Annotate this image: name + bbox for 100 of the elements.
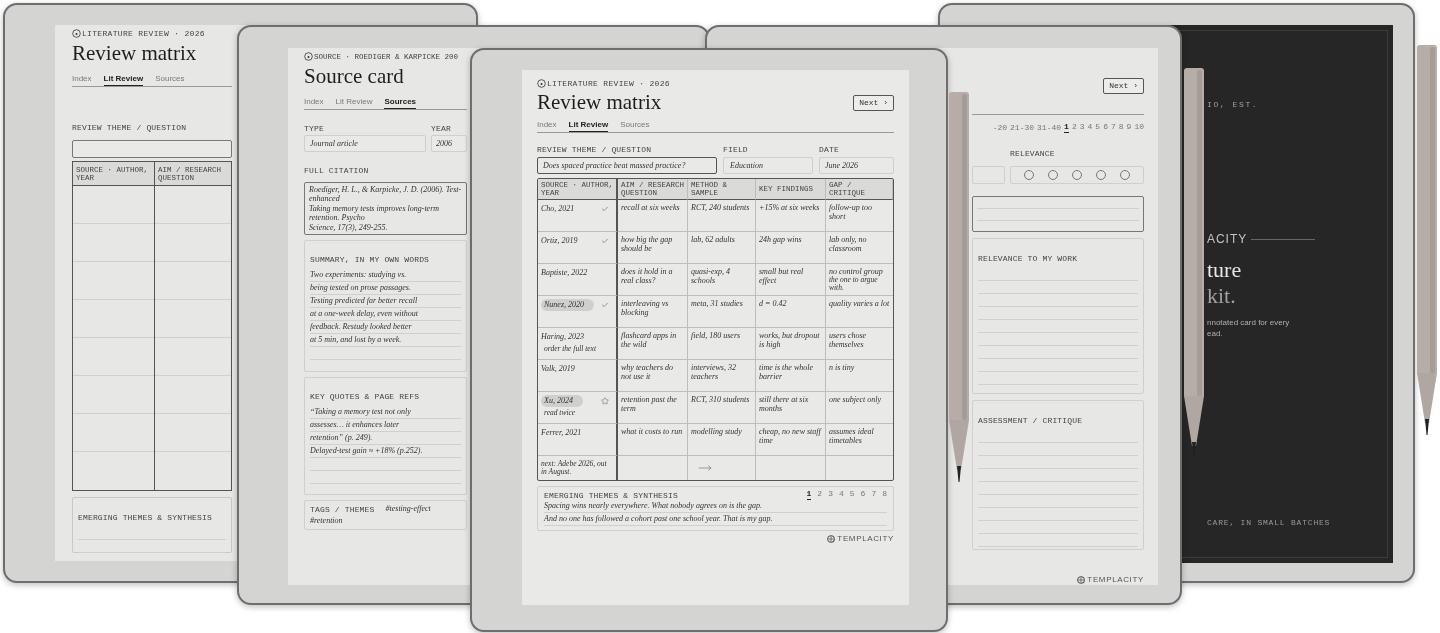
eyebrow-text: LITERATURE REVIEW · 2026	[82, 30, 205, 38]
field-label: TAGS / THEMES	[310, 504, 375, 514]
table-cell-text: RCT, 310 students	[691, 395, 751, 404]
table-cell-text: field, 180 users	[691, 331, 742, 340]
page-title: Review matrix	[72, 41, 197, 65]
table-cell-text: small but real effect	[759, 267, 805, 285]
handwritten-note: “Taking a memory test not only	[310, 407, 411, 417]
field-label: SUMMARY, IN MY OWN WORDS	[310, 255, 430, 264]
table-cell-text: follow-up too short	[829, 203, 873, 221]
page-number[interactable]: 8	[882, 490, 887, 500]
handwritten-note: assesses… it enhances later	[310, 420, 400, 430]
citation-field[interactable]: Roediger, H. L., & Karpicke, J. D. (2006). Test-enhanced Taking memory tests improves long-term retention. Psycho Science, 17(3), 249-255.	[304, 182, 467, 235]
eyebrow-text: LITERATURE REVIEW · 2026	[547, 80, 670, 88]
field-label: KEY QUOTES & PAGE REFS	[310, 392, 420, 401]
page-number[interactable]: 6	[1103, 123, 1108, 133]
tab[interactable]: Index	[72, 75, 92, 86]
page-range[interactable]: -20	[992, 124, 1008, 132]
tab[interactable]: Lit Review	[103, 75, 144, 86]
tab[interactable]: Sources	[155, 75, 185, 86]
table-cell-text: +15% at six weeks	[759, 203, 821, 212]
page-number[interactable]: 7	[871, 490, 877, 500]
handwritten-note: And no one has followed a cohort past one school year. That is my gap.	[544, 514, 773, 524]
next-button[interactable]: Next ›	[853, 94, 894, 111]
page-range[interactable]: 31-40	[1037, 124, 1062, 132]
table-cell-text: assumes ideal timetables	[829, 427, 875, 445]
input-field[interactable]	[72, 140, 232, 158]
input-field[interactable]: Education	[723, 157, 813, 174]
input-field[interactable]	[972, 196, 1144, 232]
input-field[interactable]: 2006	[431, 135, 467, 152]
tab[interactable]: Sources	[384, 98, 417, 109]
field-label: FULL CITATION	[304, 166, 369, 175]
page-number[interactable]: 2	[1071, 123, 1077, 133]
field-label: RELEVANCE TO MY WORK	[978, 254, 1078, 263]
page-range[interactable]: 21-30	[1010, 124, 1035, 132]
page-number[interactable]: 6	[860, 490, 866, 500]
page-number[interactable]: 5	[849, 490, 855, 500]
input-field[interactable]: Journal article	[304, 135, 426, 152]
handwritten-note: Two experiments: studying vs.	[310, 270, 407, 280]
field-label: YEAR	[431, 124, 452, 133]
page-number[interactable]: 2	[817, 490, 823, 500]
table-cell: what it costs to run	[621, 427, 684, 436]
source-name: Nunez, 2020	[541, 299, 594, 311]
circle-dot-icon	[72, 29, 81, 38]
handwritten-note: being tested on prose passages.	[310, 283, 411, 293]
page-number[interactable]: 1	[1064, 123, 1069, 133]
page-number[interactable]: 4	[838, 490, 844, 500]
handwritten-note: feedback. Restudy looked better	[310, 322, 412, 332]
table-cell-text: 24h gap wins	[759, 235, 803, 244]
source-name: Cho, 2021	[541, 203, 575, 215]
page-number[interactable]: 5	[1095, 123, 1101, 133]
page-number[interactable]: 10	[1134, 123, 1144, 133]
field-label: EMERGING THEMES & SYNTHESIS	[544, 490, 678, 500]
page-number[interactable]: 3	[828, 490, 833, 500]
page-number[interactable]: 4	[1087, 123, 1093, 133]
page-number[interactable]: 1	[806, 490, 812, 500]
tab[interactable]: Index	[304, 98, 324, 109]
source-name: Ortiz, 2019	[541, 235, 578, 247]
table-cell-text: does it hold in a real class?	[621, 267, 674, 285]
field-label: REVIEW THEME / QUESTION	[537, 145, 653, 154]
source-name: Valk, 2019	[541, 363, 575, 375]
table-cell-text: retention past the term	[621, 395, 678, 413]
field-label: REVIEW THEME / QUESTION	[72, 123, 187, 132]
table-cell-text: modelling study	[691, 427, 743, 436]
page-title: Review matrix	[537, 92, 662, 113]
cover-footer: CARE, IN SMALL BATCHES	[1207, 519, 1387, 527]
logo-icon	[827, 535, 836, 543]
table-cell-text: still there at six months	[759, 395, 810, 413]
source-name: Haring, 2023	[541, 331, 585, 343]
handwritten-note: Spacing wins nearly everywhere. What nobody agrees on is the gap.	[544, 501, 763, 511]
next-button[interactable]: Next ›	[1103, 78, 1144, 94]
table-cell-text: one subject only	[829, 395, 882, 404]
table-cell-text: RCT, 240 students	[691, 203, 751, 212]
input-field[interactable]: June 2026	[819, 157, 894, 174]
page-number[interactable]: 3	[1079, 123, 1085, 133]
rating-field[interactable]	[1010, 166, 1144, 184]
page-number[interactable]: 7	[1110, 123, 1116, 133]
table-cell-text: meta, 31 studies	[691, 299, 744, 308]
source-name: Baptiste, 2022	[541, 267, 588, 279]
citation-text: Science, 17(3), 249-255.	[309, 223, 389, 232]
tab[interactable]: Index	[537, 121, 557, 132]
circle-dot-icon	[304, 52, 313, 61]
tag: #testing-effect	[385, 504, 431, 514]
citation-text: Roediger, H. L., & Karpicke, J. D. (2006). Test-enhanced	[309, 185, 462, 203]
tab[interactable]: Lit Review	[335, 98, 373, 109]
table-cell-text: d = 0.42	[759, 299, 788, 308]
handwritten-note: Delayed-test gain ≈ +18% (p.252).	[310, 446, 423, 456]
tab[interactable]: Lit Review	[568, 121, 609, 132]
table-cell-text: why teachers do not use it	[621, 363, 674, 381]
table-cell-text: flashcard apps in the wild	[621, 331, 678, 349]
page-title: Source card	[304, 64, 404, 88]
handwritten-note: Testing predicted far better recall	[310, 296, 418, 306]
page-number[interactable]: 9	[1126, 123, 1132, 133]
page-number[interactable]: 8	[1118, 123, 1124, 133]
field-label: ASSESSMENT / CRITIQUE	[978, 416, 1083, 425]
brand-name: ACITY	[1207, 233, 1248, 245]
field-label: FIELD	[723, 145, 749, 154]
table-cell-text: lab only, no classroom	[829, 235, 868, 253]
input-field[interactable]: Does spaced practice beat massed practice?	[537, 157, 717, 174]
table-cell-text: interviews, 32 teachers	[691, 363, 737, 381]
tab[interactable]: Sources	[620, 121, 650, 132]
